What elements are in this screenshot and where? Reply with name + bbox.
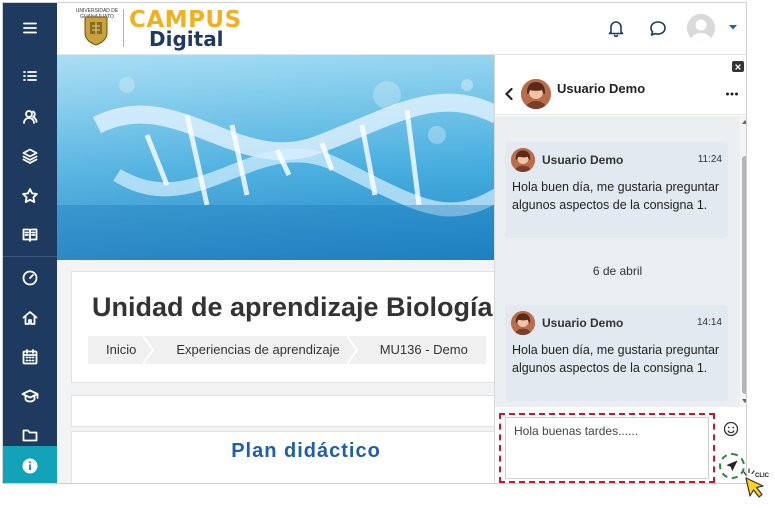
user-photo-icon	[511, 311, 535, 335]
menu-toggle-button[interactable]	[3, 9, 57, 47]
message-text: Hola buen día, me gustaria preguntar alg…	[512, 343, 720, 375]
close-drawer-button[interactable]	[732, 61, 744, 72]
university-crest-logo[interactable]	[81, 7, 111, 47]
nav-info-button[interactable]	[3, 446, 57, 483]
bell-icon	[608, 21, 624, 38]
logo-divider	[123, 9, 124, 47]
default-user-icon	[687, 14, 715, 42]
plan-didactico-section: Plan didáctico	[71, 431, 501, 483]
gauge-icon	[22, 270, 38, 286]
browser-viewport: UNIVERSIDAD DE GUANAJUATO CAMPUS Digital	[2, 2, 747, 484]
nav-courses-button[interactable]	[3, 377, 57, 415]
list-icon	[23, 71, 37, 81]
message-text: Hola buen día, me gustaria preguntar alg…	[512, 180, 720, 212]
breadcrumb-item-inicio[interactable]: Inicio	[88, 336, 155, 364]
contact-avatar[interactable]	[521, 79, 551, 109]
message-bubble: Usuario Demo 11:24 Hola buen día, me gus…	[505, 142, 728, 238]
close-icon	[735, 63, 741, 70]
nav-grades-button[interactable]	[3, 216, 57, 254]
contact-name[interactable]: Usuario Demo	[557, 81, 645, 96]
message-input[interactable]: Hola buenas tardes......	[505, 417, 709, 479]
message-bubble: Usuario Demo 14:14 Hola buen día, me gus…	[505, 305, 728, 401]
message-scrollbar[interactable]	[740, 116, 747, 407]
section-title: Plan didáctico	[231, 440, 381, 462]
conversation-header: Usuario Demo	[495, 75, 746, 115]
sender-avatar	[511, 148, 535, 172]
paper-plane-icon	[726, 460, 738, 472]
star-icon	[22, 188, 38, 203]
layers-icon	[22, 148, 38, 164]
dna-helix-image	[57, 55, 497, 260]
scroll-down-icon[interactable]	[742, 398, 747, 404]
course-header-card: Unidad de aprendizaje Biología Inicio Ex…	[71, 271, 501, 383]
user-photo-icon	[511, 148, 535, 172]
breadcrumb: Inicio Experiencias de aprendizaje MU136…	[88, 336, 486, 364]
emoji-icon[interactable]	[723, 421, 739, 437]
breadcrumb-item-course[interactable]: MU136 - Demo	[358, 336, 486, 364]
nav-home-button[interactable]	[3, 299, 57, 337]
scrollbar-thumb[interactable]	[742, 156, 746, 394]
top-header: UNIVERSIDAD DE GUANAJUATO CAMPUS Digital	[57, 3, 746, 55]
cursor-label: CLIC	[755, 473, 770, 479]
nav-contents-button[interactable]	[3, 57, 57, 95]
info-icon	[22, 458, 38, 473]
compose-area: Hola buenas tardes......	[495, 407, 746, 483]
chevron-down-icon[interactable]	[727, 21, 739, 33]
left-nav-drawer	[3, 3, 57, 483]
message-drawer: Usuario Demo Usuario Demo 11:24 Hola bue…	[494, 55, 747, 483]
more-options-icon[interactable]	[725, 89, 739, 99]
click-cursor-icon: CLIC	[743, 468, 770, 498]
date-separator: 6 de abril	[592, 264, 643, 278]
user-photo-icon	[521, 79, 551, 109]
nav-competencies-button[interactable]	[3, 137, 57, 175]
page-title: Unidad de aprendizaje Biología	[92, 292, 493, 322]
folder-icon	[22, 429, 38, 442]
breadcrumb-label: Experiencias de aprendizaje	[176, 342, 340, 357]
course-banner-image	[57, 55, 497, 260]
graduation-cap-icon	[21, 389, 39, 403]
chat-bubble-icon	[650, 21, 666, 36]
home-icon	[22, 311, 38, 325]
nav-dashboard-button[interactable]	[3, 259, 57, 297]
nav-badges-button[interactable]	[3, 177, 57, 215]
breadcrumb-label: Inicio	[106, 342, 137, 357]
participants-icon	[23, 110, 38, 124]
book-icon	[22, 228, 38, 242]
chevron-left-icon[interactable]	[503, 87, 515, 101]
input-highlight-box: Hola buenas tardes......	[499, 413, 715, 483]
notifications-button[interactable]	[605, 17, 627, 39]
calendar-icon	[22, 349, 38, 365]
message-time: 11:24	[697, 154, 722, 165]
message-time: 14:14	[696, 317, 722, 328]
user-avatar[interactable]	[687, 14, 715, 42]
scroll-up-icon[interactable]	[742, 119, 747, 125]
menu-icon	[23, 22, 37, 34]
breadcrumb-item-experiencias[interactable]: Experiencias de aprendizaje	[154, 336, 358, 364]
digital-logo-text: Digital	[149, 27, 224, 51]
sender-name: Usuario Demo	[542, 316, 624, 330]
messages-button[interactable]	[647, 17, 669, 39]
message-list: Usuario Demo 11:24 Hola buen día, me gus…	[495, 116, 740, 407]
breadcrumb-label: MU136 - Demo	[379, 342, 468, 357]
nav-participants-button[interactable]	[3, 98, 57, 136]
nav-calendar-button[interactable]	[3, 338, 57, 376]
course-section-card	[71, 395, 501, 427]
nav-divider	[3, 256, 57, 257]
sender-name: Usuario Demo	[542, 153, 624, 167]
sender-avatar	[511, 311, 535, 335]
